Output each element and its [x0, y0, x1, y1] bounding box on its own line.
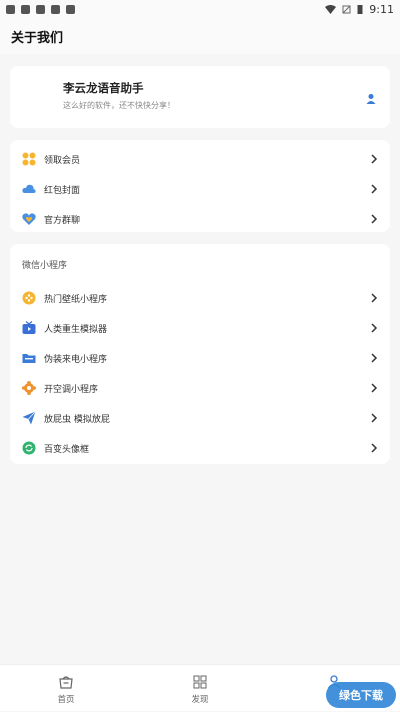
mini-item-label: 开空调小程序 [44, 384, 99, 395]
chevron-right-icon [371, 184, 378, 194]
status-icons-left [6, 4, 75, 14]
nav-label: 发现 [191, 695, 209, 705]
status-bar: 9:11 [0, 0, 400, 18]
chevron-right-icon [371, 214, 378, 224]
mini-item-wallpaper[interactable]: 热门壁纸小程序 [10, 283, 390, 313]
mini-item-label: 伪装来电小程序 [44, 354, 108, 365]
clock: 9:11 [369, 2, 394, 16]
cloud-icon [22, 184, 36, 193]
mini-item-avatar-frame[interactable]: 百变头像框 [10, 433, 390, 463]
page-title: 关于我们 [0, 18, 400, 54]
menu-item-label: 红包封面 [44, 185, 81, 196]
app-slogan: 这么好的软件，还不快快分享！ [63, 101, 175, 110]
mini-item-air-conditioner[interactable]: 开空调小程序 [10, 373, 390, 403]
security-icon [36, 4, 45, 14]
mini-item-label: 人类重生模拟器 [44, 324, 108, 335]
mini-item-label: 放屁虫 模拟放屁 [44, 414, 110, 425]
image-icon [21, 4, 30, 14]
mini-item-label: 百变头像框 [44, 444, 90, 455]
grid-outline-icon [193, 675, 207, 689]
text-icon [66, 4, 75, 14]
folder-icon [22, 354, 36, 363]
basket-icon [59, 676, 73, 689]
gamepad-icon [22, 291, 36, 305]
status-icons-right: 9:11 [325, 3, 394, 16]
chinese-input-icon [51, 4, 60, 14]
no-signal-icon [342, 5, 351, 13]
section-title: 微信小程序 [22, 261, 68, 271]
menu-card: 领取会员 红包封面 官方群聊 [10, 140, 390, 232]
user-icon[interactable] [365, 93, 377, 105]
watermark-logo: 绿色下载 [326, 682, 396, 708]
menu-item-vip[interactable]: 领取会员 [10, 144, 390, 174]
chevron-right-icon [371, 323, 378, 333]
tv-icon [22, 321, 36, 334]
gear-icon [22, 381, 36, 395]
profile-card: 李云龙语音助手 这么好的软件，还不快快分享！ [10, 66, 390, 128]
chevron-right-icon [371, 293, 378, 303]
refresh-icon [22, 441, 36, 455]
mini-item-label: 热门壁纸小程序 [44, 294, 108, 305]
menu-item-label: 官方群聊 [44, 215, 81, 226]
mini-item-fart-simulator[interactable]: 放屁虫 模拟放屁 [10, 403, 390, 433]
app-name: 李云龙语音助手 [63, 81, 144, 95]
mini-item-fake-call[interactable]: 伪装来电小程序 [10, 343, 390, 373]
chevron-right-icon [371, 383, 378, 393]
chevron-right-icon [371, 443, 378, 453]
grid-icon [22, 152, 36, 166]
chevron-right-icon [371, 413, 378, 423]
mini-programs-card: 微信小程序 热门壁纸小程序 人类重生模拟器 伪装来电小程序 开空调小程序 放屁虫… [10, 244, 390, 464]
battery-icon [357, 5, 363, 14]
nav-label: 首页 [57, 695, 75, 705]
chevron-right-icon [371, 353, 378, 363]
heart-chat-icon [22, 213, 36, 225]
wifi-icon [325, 4, 337, 14]
send-icon [22, 411, 36, 425]
chevron-right-icon [371, 154, 378, 164]
nav-discover[interactable]: 发现 [160, 665, 240, 712]
mini-item-rebirth-simulator[interactable]: 人类重生模拟器 [10, 313, 390, 343]
menu-item-label: 领取会员 [44, 155, 81, 166]
nav-home[interactable]: 首页 [26, 665, 106, 712]
shield-icon [6, 4, 15, 14]
menu-item-official-group[interactable]: 官方群聊 [10, 204, 390, 234]
menu-item-red-envelope[interactable]: 红包封面 [10, 174, 390, 204]
